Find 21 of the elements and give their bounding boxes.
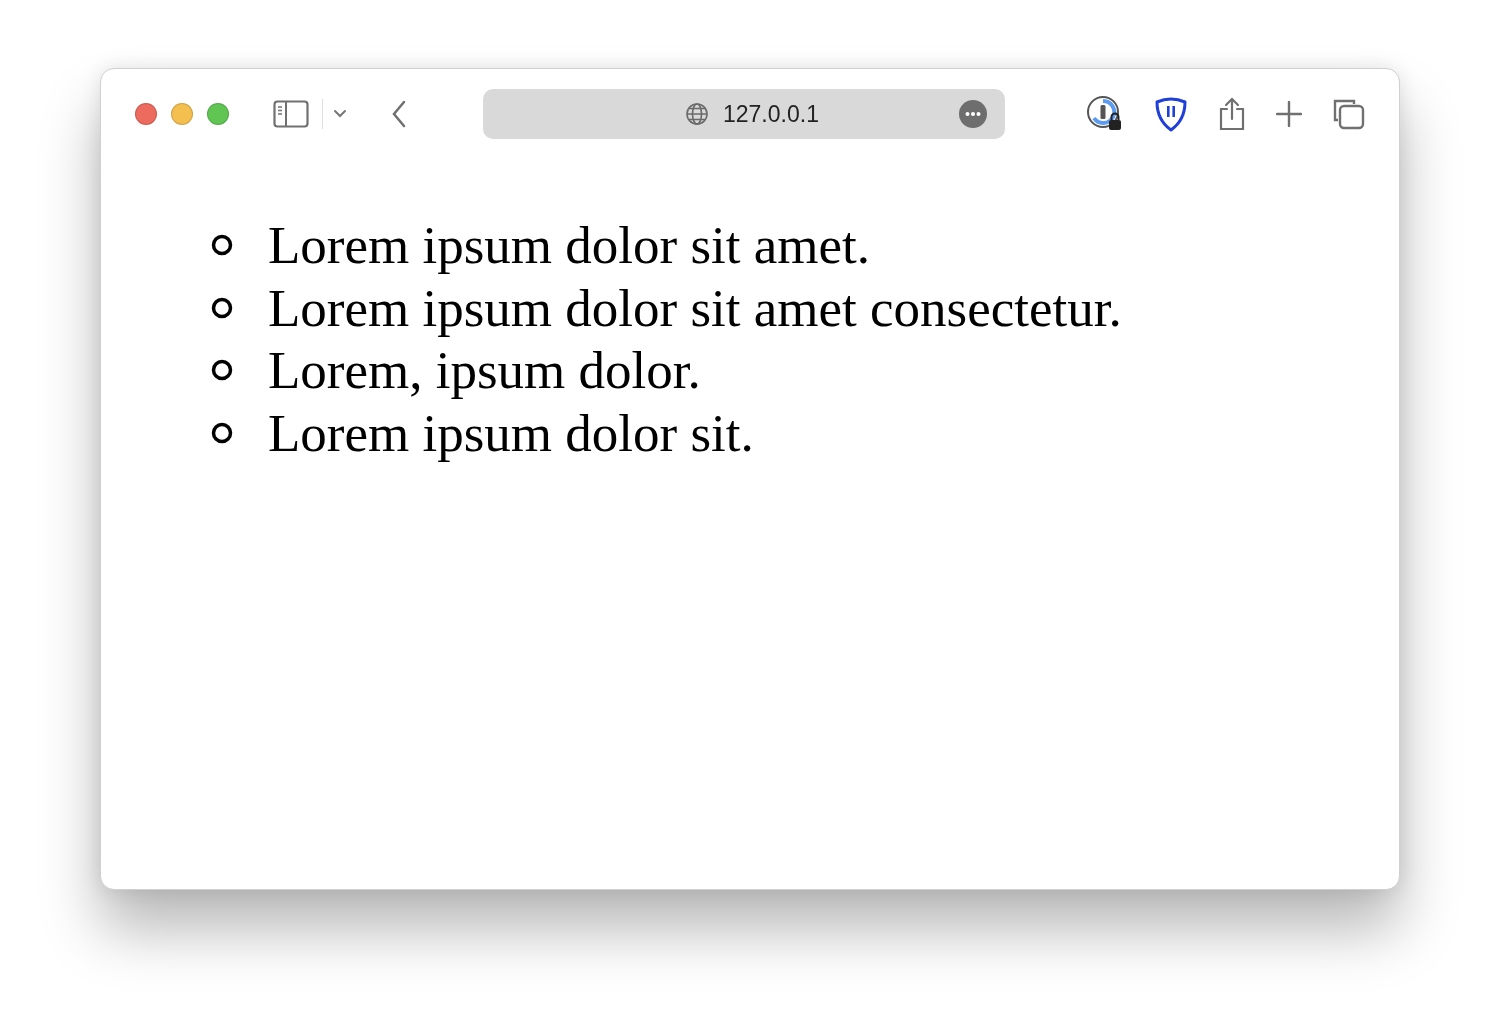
- share-icon[interactable]: [1218, 97, 1246, 131]
- tabs-overview-icon[interactable]: [1332, 98, 1366, 130]
- chevron-down-icon[interactable]: [333, 109, 347, 119]
- bullet-icon: [211, 296, 233, 319]
- more-icon[interactable]: [959, 100, 987, 128]
- list-item: Lorem, ipsum dolor.: [268, 340, 701, 401]
- close-button[interactable]: [135, 103, 157, 125]
- bullet-icon: [211, 234, 233, 257]
- password-manager-icon[interactable]: [1086, 95, 1124, 133]
- plus-icon[interactable]: [1276, 101, 1302, 127]
- list-item: Lorem ipsum dolor sit.: [268, 402, 754, 463]
- url-text: 127.0.0.1: [723, 100, 819, 128]
- sidebar-icon[interactable]: [273, 100, 309, 128]
- bullet-icon: [211, 421, 233, 444]
- list-item: Lorem ipsum dolor sit amet.: [268, 215, 871, 276]
- globe-icon: [685, 102, 709, 126]
- bullet-icon: [211, 359, 233, 382]
- shield-icon[interactable]: [1154, 96, 1188, 132]
- address-bar[interactable]: 127.0.0.1: [483, 89, 1005, 139]
- list-item: Lorem ipsum dolor sit amet consectetur.: [268, 277, 1122, 338]
- zoom-button[interactable]: [207, 103, 229, 125]
